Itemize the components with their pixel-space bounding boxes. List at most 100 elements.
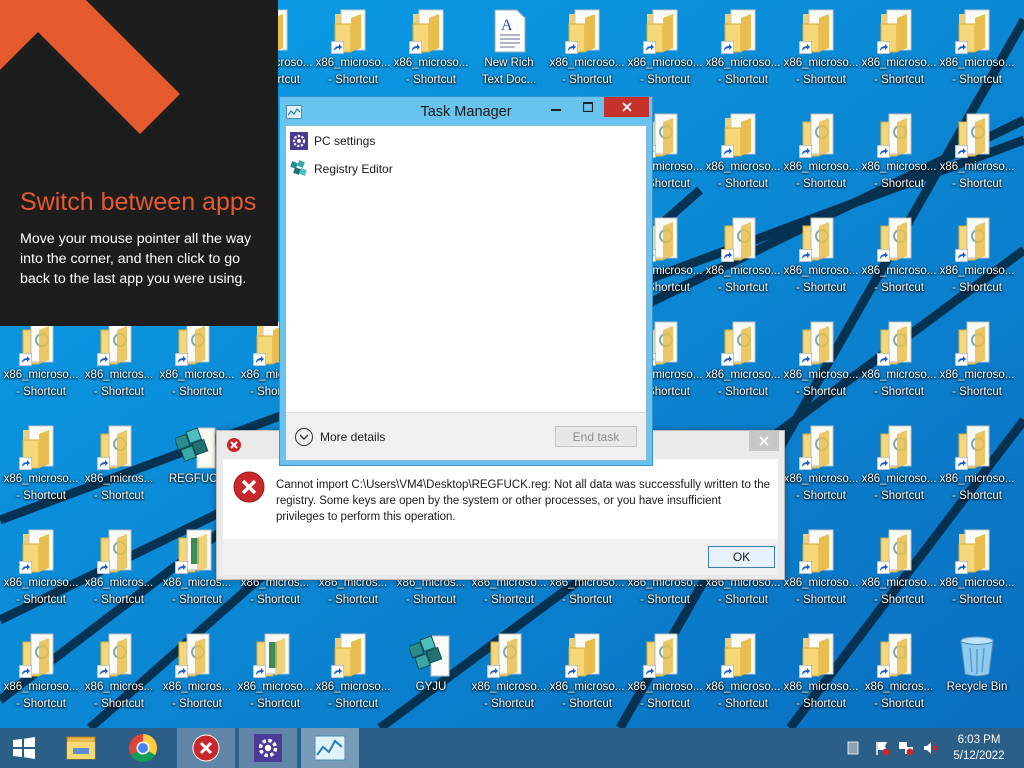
desktop-icon-shortcut[interactable]: x86_microso... - Shortcut: [548, 4, 626, 104]
desktop-icon-shortcut[interactable]: x86_microso... - Shortcut: [470, 628, 548, 728]
desktop-icon-shortcut[interactable]: x86_micros... - Shortcut: [80, 316, 158, 416]
icon-label: x86_microso...: [705, 57, 781, 69]
task-manager-app-list[interactable]: PC settings Registry Editor More details…: [285, 125, 647, 461]
desktop-icon-shortcut[interactable]: x86_microso... - Shortcut: [2, 316, 80, 416]
desktop-icon-shortcut[interactable]: x86_microso... - Shortcut: [548, 628, 626, 728]
desktop-icon-shortcut[interactable]: x86_microso... - Shortcut: [704, 628, 782, 728]
desktop-icon-shortcut[interactable]: x86_microso... - Shortcut: [860, 108, 938, 208]
dialog-close-button[interactable]: [749, 431, 779, 451]
desktop-icon-shortcut[interactable]: x86_microso... - Shortcut: [2, 628, 80, 728]
document-shortcut-icon: [955, 216, 999, 262]
document-shortcut-icon: [877, 216, 921, 262]
tray-network-icon[interactable]: [898, 740, 914, 756]
document-shortcut-icon: [97, 424, 141, 470]
folder-shortcut-icon: [643, 8, 687, 54]
desktop-icon-shortcut[interactable]: x86_microso... - Shortcut: [314, 628, 392, 728]
desktop-icon-shortcut[interactable]: x86_microso... - Shortcut: [2, 524, 80, 624]
taskbar-chrome[interactable]: [118, 728, 168, 768]
icon-label: x86_microso...: [939, 161, 1015, 173]
end-task-button[interactable]: End task: [555, 426, 637, 447]
desktop-icon-shortcut[interactable]: x86_microso... - Shortcut: [860, 212, 938, 312]
dialog-content: Cannot import C:\Users\VM4\Desktop\REGFU…: [223, 459, 778, 539]
desktop-icon-shortcut[interactable]: x86_microso... - Shortcut: [314, 4, 392, 104]
close-button[interactable]: [604, 97, 649, 117]
desktop-icon-shortcut[interactable]: x86_microso... - Shortcut: [938, 108, 1016, 208]
app-row-pc-settings[interactable]: PC settings: [290, 130, 375, 152]
icon-label: x86_microso...: [3, 473, 79, 485]
charm-tip-title: Switch between apps: [20, 188, 257, 216]
desktop-icon-shortcut[interactable]: x86_micros... - Shortcut: [158, 628, 236, 728]
folder-shortcut-icon: [955, 8, 999, 54]
desktop-icon-shortcut[interactable]: x86_microso... - Shortcut: [626, 628, 704, 728]
desktop-icon-shortcut[interactable]: x86_microso... - Shortcut: [782, 212, 860, 312]
taskbar-pc-settings[interactable]: [239, 728, 297, 768]
desktop-icon-shortcut[interactable]: x86_microso... - Shortcut: [860, 524, 938, 624]
desktop-icon-shortcut[interactable]: x86_microso... - Shortcut: [782, 628, 860, 728]
desktop-icon-shortcut[interactable]: x86_microso... - Shortcut: [392, 4, 470, 104]
icon-label-suffix: - Shortcut: [796, 386, 846, 398]
task-manager-titlebar[interactable]: Task Manager: [280, 97, 652, 125]
desktop-icon-shortcut[interactable]: x86_microso... - Shortcut: [704, 316, 782, 416]
desktop-icon-shortcut[interactable]: x86_microso... - Shortcut: [704, 4, 782, 104]
desktop-icon-shortcut[interactable]: x86_micros... - Shortcut: [80, 524, 158, 624]
desktop-icon-shortcut[interactable]: x86_microso... - Shortcut: [782, 420, 860, 520]
taskbar-error-app[interactable]: [177, 728, 235, 768]
error-app-icon: [192, 734, 220, 762]
desktop-icon-shortcut[interactable]: x86_microso... - Shortcut: [2, 420, 80, 520]
icon-label-suffix: - Shortcut: [172, 594, 222, 606]
desktop-icon-shortcut[interactable]: x86_microso... - Shortcut: [938, 212, 1016, 312]
icon-label-suffix: - Shortcut: [874, 698, 924, 710]
icon-label: New Rich: [484, 57, 534, 69]
desktop-icon-shortcut[interactable]: x86_microso... - Shortcut: [860, 4, 938, 104]
desktop-icon-shortcut[interactable]: x86_microso... - Shortcut: [860, 316, 938, 416]
document-shortcut-icon: [721, 216, 765, 262]
desktop-icon-shortcut[interactable]: x86_microso... - Shortcut: [938, 316, 1016, 416]
taskbar-clock[interactable]: 6:03 PM 5/12/2022: [944, 732, 1014, 764]
maximize-button[interactable]: [574, 97, 602, 117]
icon-label: x86_micros...: [84, 577, 154, 589]
desktop-icon-shortcut[interactable]: x86_micros... - Shortcut: [80, 628, 158, 728]
icon-label: x86_microso...: [939, 473, 1015, 485]
desktop-icon-shortcut[interactable]: x86_micros... - Shortcut: [80, 420, 158, 520]
desktop-icon-shortcut[interactable]: x86_microso... - Shortcut: [626, 4, 704, 104]
tray-flag-icon[interactable]: [846, 740, 862, 756]
desktop-icon-shortcut[interactable]: x86_microso... - Shortcut: [938, 524, 1016, 624]
desktop-icon-recycle-bin[interactable]: Recycle Bin: [938, 628, 1016, 728]
desktop-icon-shortcut[interactable]: x86_microso... - Shortcut: [782, 524, 860, 624]
desktop-icon-shortcut[interactable]: x86_microso... - Shortcut: [158, 316, 236, 416]
desktop-icon-shortcut[interactable]: x86_microso... - Shortcut: [782, 108, 860, 208]
desktop-icon-shortcut[interactable]: x86_microso... - Shortcut: [938, 420, 1016, 520]
document-shortcut-icon: [97, 320, 141, 366]
icon-label: x86_microso...: [939, 265, 1015, 277]
desktop-icon-shortcut[interactable]: x86_microso... - Shortcut: [782, 4, 860, 104]
ok-button[interactable]: OK: [708, 546, 775, 568]
desktop-icon-shortcut[interactable]: x86_microso... - Shortcut: [704, 212, 782, 312]
tray-security-icon[interactable]: [874, 740, 890, 756]
desktop-icon-new-rich-text[interactable]: A New Rich Text Doc...: [470, 4, 548, 104]
app-row-registry-editor[interactable]: Registry Editor: [290, 158, 393, 180]
taskbar-file-explorer[interactable]: [56, 728, 106, 768]
icon-label: x86_microso...: [3, 577, 79, 589]
icon-label-suffix: - Shortcut: [328, 74, 378, 86]
document-shortcut-icon: [877, 320, 921, 366]
desktop-icon-shortcut[interactable]: x86_microso... - Shortcut: [782, 316, 860, 416]
desktop-icon-reg-file[interactable]: GYJU: [392, 628, 470, 728]
desktop-icon-shortcut[interactable]: x86_microso... - Shortcut: [236, 628, 314, 728]
icon-label: x86_microso...: [3, 369, 79, 381]
corner-arrow-icon: [0, 0, 180, 134]
tray-volume-icon[interactable]: [922, 740, 938, 756]
more-details-label: More details: [320, 430, 386, 444]
icon-label-suffix: - Shortcut: [640, 698, 690, 710]
document-shortcut-icon: [19, 320, 63, 366]
minimize-button[interactable]: [542, 97, 570, 117]
folder-shortcut-icon: [799, 8, 843, 54]
taskbar-task-manager[interactable]: [301, 728, 359, 768]
desktop-icon-shortcut[interactable]: x86_microso... - Shortcut: [704, 108, 782, 208]
desktop-icon-shortcut[interactable]: x86_micros... - Shortcut: [860, 628, 938, 728]
start-button[interactable]: [0, 728, 48, 768]
desktop-icon-shortcut[interactable]: x86_microso... - Shortcut: [938, 4, 1016, 104]
desktop-icon-shortcut[interactable]: x86_microso... - Shortcut: [860, 420, 938, 520]
error-icon: [233, 471, 265, 503]
more-details-toggle[interactable]: More details: [294, 427, 385, 447]
task-manager-window[interactable]: Task Manager PC settings Registry Editor…: [279, 96, 653, 466]
